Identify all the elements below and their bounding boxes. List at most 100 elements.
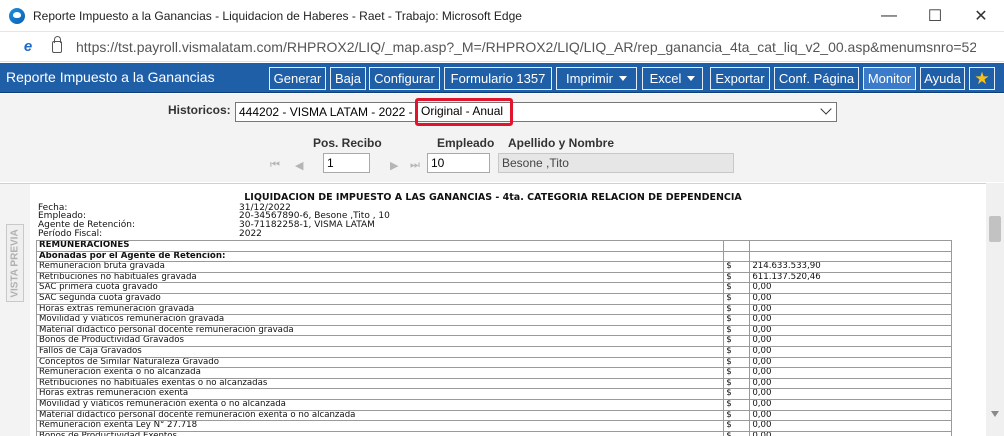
row-label: Horas extras remuneración exenta xyxy=(35,388,725,400)
window-title: Reporte Impuesto a la Ganancias - Liquid… xyxy=(33,8,522,23)
url-field[interactable]: https://tst.payroll.vismalatam.com/RHPRO… xyxy=(76,39,976,55)
exportar-button[interactable]: Exportar xyxy=(710,67,770,90)
row-value: 0,00 xyxy=(749,335,952,347)
row-value: 0,00 xyxy=(749,398,952,411)
row-label: Material didáctico personal docente remu… xyxy=(35,409,725,422)
row-label: Retribuciones no habituales exentas o no… xyxy=(35,377,725,390)
row-value: 0,00 xyxy=(749,420,952,432)
row-currency: $ xyxy=(723,282,751,294)
table-row: Movilidad y viáticos remuneración exenta… xyxy=(35,398,952,411)
row-label: Remuneración bruta gravada xyxy=(35,261,725,273)
row-label: REMUNERACIONES xyxy=(35,240,725,252)
maximize-button[interactable]: ☐ xyxy=(912,0,958,32)
vertical-scrollbar[interactable] xyxy=(986,183,1004,436)
scroll-thumb[interactable] xyxy=(989,216,1001,242)
table-row: Conceptos de Similar Naturaleza Gravado $… xyxy=(35,356,952,369)
row-value: 0,00 xyxy=(749,314,952,326)
table-row: Bonos de Productividad Gravados $0,00 xyxy=(35,335,952,347)
row-currency: $ xyxy=(723,420,751,432)
row-label: Fallos de Caja Gravados xyxy=(35,345,725,358)
table-row: Remuneración exenta o no alcanzada $0,00 xyxy=(35,367,952,379)
row-label: Abonadas por el Agente de Retención: xyxy=(35,250,725,263)
table-row: Horas extras remuneración gravada $0,00 xyxy=(35,303,952,316)
row-currency: $ xyxy=(723,271,751,284)
first-record-icon[interactable]: ⏮ xyxy=(270,159,280,172)
imprimir-dropdown[interactable]: Imprimir xyxy=(556,67,637,90)
header-label: Período Fiscal: xyxy=(38,229,103,239)
row-currency: $ xyxy=(723,377,751,390)
row-currency xyxy=(723,240,751,252)
imprimir-label: Imprimir xyxy=(566,71,613,86)
table-row: Movilidad y viáticos remuneración gravad… xyxy=(35,314,952,326)
address-bar: e https://tst.payroll.vismalatam.com/RHP… xyxy=(0,32,1004,62)
vista-previa-tab[interactable]: VISTA PREVIA xyxy=(6,224,24,302)
app-toolbar: Reporte Impuesto a la Ganancias Generar … xyxy=(0,63,1004,93)
row-currency: $ xyxy=(723,367,751,379)
last-record-icon[interactable]: ⏭ xyxy=(410,159,420,172)
excel-dropdown[interactable]: Excel xyxy=(642,67,703,90)
row-currency: $ xyxy=(723,335,751,347)
excel-label: Excel xyxy=(649,71,682,86)
minimize-button[interactable]: — xyxy=(866,0,912,32)
row-label: Material didáctico personal docente remu… xyxy=(35,324,725,337)
report-paper: LIQUIDACION DE IMPUESTO A LAS GANANCIAS … xyxy=(30,184,986,436)
next-record-icon[interactable]: ▶ xyxy=(390,159,398,172)
row-value: 0,00 xyxy=(749,292,952,305)
row-label: SAC segunda cuota gravado xyxy=(35,292,725,305)
row-label: Bonos de Productividad Gravados xyxy=(35,335,725,347)
row-value: 0,00 xyxy=(749,377,952,390)
row-label: Conceptos de Similar Naturaleza Gravado xyxy=(35,356,725,369)
window-titlebar: Reporte Impuesto a la Ganancias - Liquid… xyxy=(0,0,1004,32)
table-row: Retribuciones no habituales exentas o no… xyxy=(35,377,952,390)
favorite-star-icon[interactable]: ★ xyxy=(969,67,995,90)
row-value: 214.633.533,90 xyxy=(749,261,952,273)
table-row: Material didáctico personal docente remu… xyxy=(35,409,952,422)
ayuda-button[interactable]: Ayuda xyxy=(920,67,965,90)
row-currency: $ xyxy=(723,398,751,411)
pos-recibo-input[interactable]: 1 xyxy=(323,153,370,173)
row-value: 0,00 xyxy=(749,303,952,316)
ie-mode-icon[interactable]: e xyxy=(20,38,36,55)
row-label: SAC primera cuota gravado xyxy=(35,282,725,294)
generar-button[interactable]: Generar xyxy=(269,67,326,90)
row-value: 0,00 xyxy=(749,388,952,400)
row-currency: $ xyxy=(723,430,751,436)
row-currency xyxy=(723,250,751,263)
row-label: Movilidad y viáticos remuneración gravad… xyxy=(35,314,725,326)
configurar-button[interactable]: Configurar xyxy=(369,67,440,90)
row-label: Retribuciones no habituales gravada xyxy=(35,271,725,284)
empleado-input[interactable]: 10 xyxy=(427,153,490,173)
pos-recibo-label: Pos. Recibo xyxy=(313,136,382,150)
row-currency: $ xyxy=(723,261,751,273)
row-label: Bonos de Productividad Exentos xyxy=(35,430,725,436)
close-button[interactable]: ✕ xyxy=(958,0,1004,32)
scroll-down-icon[interactable] xyxy=(991,411,999,417)
historicos-select[interactable]: 444202 - VISMA LATAM - 2022 - xyxy=(235,102,837,122)
row-currency: $ xyxy=(723,388,751,400)
row-label: Remuneración exenta Ley N° 27.718 xyxy=(35,420,725,432)
report-table: REMUNERACIONES Abonadas por el Agente de … xyxy=(35,240,952,436)
highlight-box: Original - Anual xyxy=(415,98,513,126)
prev-record-icon[interactable]: ◀ xyxy=(295,159,303,172)
row-value: 0,00 xyxy=(749,324,952,337)
row-currency: $ xyxy=(723,345,751,358)
page-title: Reporte Impuesto a la Ganancias xyxy=(6,69,215,85)
table-row: SAC segunda cuota gravado $0,00 xyxy=(35,292,952,305)
table-row: Abonadas por el Agente de Retención: xyxy=(35,250,952,263)
conf-pagina-button[interactable]: Conf. Página xyxy=(774,67,859,90)
table-row: Fallos de Caja Gravados $0,00 xyxy=(35,345,952,358)
row-currency: $ xyxy=(723,303,751,316)
baja-button[interactable]: Baja xyxy=(330,67,366,90)
row-value: 611.137.520,46 xyxy=(749,271,952,284)
lock-icon[interactable] xyxy=(52,35,62,53)
table-row: Remuneración bruta gravada $214.633.533,9… xyxy=(35,261,952,273)
table-row: Remuneración exenta Ley N° 27.718 $0,00 xyxy=(35,420,952,432)
row-value: 0,00 xyxy=(749,345,952,358)
apellido-nombre-label: Apellido y Nombre xyxy=(508,136,615,150)
row-label: Movilidad y viáticos remuneración exenta… xyxy=(35,398,725,411)
historicos-label: Historicos: xyxy=(168,103,231,117)
row-value: 0,00 xyxy=(749,430,952,436)
formulario-1357-button[interactable]: Formulario 1357 xyxy=(444,67,552,90)
monitor-button[interactable]: Monitor xyxy=(863,67,916,90)
row-currency: $ xyxy=(723,409,751,422)
